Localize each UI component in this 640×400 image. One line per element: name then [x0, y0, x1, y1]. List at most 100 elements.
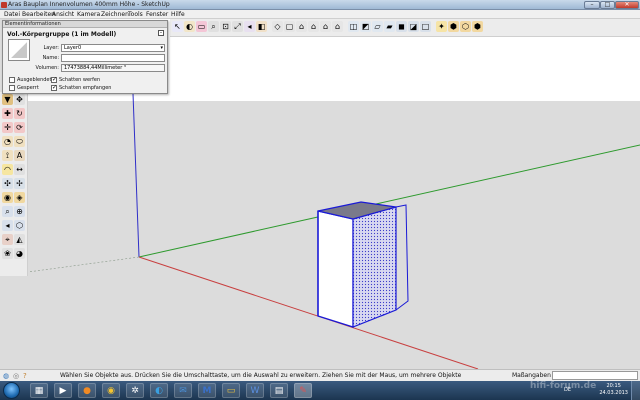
walk-icon[interactable]: ✢: [14, 178, 25, 189]
explorer-icon[interactable]: ▦: [30, 383, 48, 398]
chrome-icon[interactable]: ◉: [102, 383, 120, 398]
menu-hilfe[interactable]: Hilfe: [171, 11, 185, 18]
right-view-icon[interactable]: ⌂: [308, 21, 319, 32]
menu-fenster[interactable]: Fenster: [146, 11, 168, 18]
pan-icon[interactable]: ✥: [14, 94, 25, 105]
components-icon[interactable]: ✦: [436, 21, 447, 32]
select-arrow-icon[interactable]: ↖: [172, 21, 183, 32]
menu-tools[interactable]: Tools: [128, 11, 143, 18]
section-plane-icon[interactable]: ◧: [256, 21, 267, 32]
mail-icon[interactable]: ✉: [174, 383, 192, 398]
photo-icon[interactable]: ◕: [14, 248, 25, 259]
geo-location-icon[interactable]: ◍: [3, 372, 9, 380]
close-button[interactable]: ✕: [615, 1, 639, 9]
shaded-icon[interactable]: ◼: [396, 21, 407, 32]
paint-icon[interactable]: ▤: [270, 383, 288, 398]
left-view-icon[interactable]: ⌂: [332, 21, 343, 32]
position-camera-icon[interactable]: ✣: [2, 178, 13, 189]
media-player-icon[interactable]: ▶: [54, 383, 72, 398]
settings-icon[interactable]: ✲: [126, 383, 144, 398]
text-icon[interactable]: ⬭: [14, 136, 25, 147]
iso-view-icon[interactable]: ◇: [272, 21, 283, 32]
show-desktop-button[interactable]: [631, 381, 640, 400]
window-title: Aras Bauplan Innenvolumen 400mm Höhe - S…: [8, 1, 170, 8]
name-field[interactable]: [61, 54, 165, 62]
textured-icon[interactable]: ◪: [408, 21, 419, 32]
top-toolbar: ↖ ◐ ▭ ⌕ ⊡ ⤢ ◂ ◧ ◇ ▢ ⌂ ⌂ ⌂ ⌂ ◫ ◩ ▱ ▰ ◼ ◪ …: [170, 19, 640, 37]
layer-value: Layer0: [64, 45, 82, 51]
clock-time: 20:15: [606, 383, 621, 389]
menu-datei[interactable]: Datei: [4, 11, 20, 18]
start-button[interactable]: [3, 382, 20, 399]
selected-solid-group[interactable]: [317, 201, 409, 328]
rotate-icon[interactable]: ✚: [2, 108, 13, 119]
status-text: Wählen Sie Objekte aus. Drücken Sie die …: [60, 372, 462, 379]
get-models-icon[interactable]: ⬡: [460, 21, 471, 32]
front-view-icon[interactable]: ⌂: [296, 21, 307, 32]
share-model-icon[interactable]: ⬢: [472, 21, 483, 32]
move-icon[interactable]: ✛: [2, 122, 13, 133]
next-icon[interactable]: ⬡: [14, 220, 25, 231]
credits-icon[interactable]: ◎: [13, 372, 19, 380]
layer-label: Layer:: [43, 45, 59, 51]
cast-shadows-checkbox[interactable]: ✓: [51, 77, 57, 83]
eraser-icon[interactable]: ▭: [196, 21, 207, 32]
section-icon[interactable]: ◈: [14, 192, 25, 203]
previous-view-icon[interactable]: ◂: [244, 21, 255, 32]
zoom-icon[interactable]: ⌕: [2, 206, 13, 217]
back-edges-icon[interactable]: ◩: [360, 21, 371, 32]
measurements-field[interactable]: [552, 371, 638, 380]
hidden-line-icon[interactable]: ▰: [384, 21, 395, 32]
maximize-button[interactable]: □: [600, 1, 615, 9]
look-around-icon[interactable]: ◉: [2, 192, 13, 203]
xray-icon[interactable]: ◫: [348, 21, 359, 32]
back-view-icon[interactable]: ⌂: [320, 21, 331, 32]
zoom-icon[interactable]: ⌕: [208, 21, 219, 32]
dimension-icon[interactable]: ↔: [14, 164, 25, 175]
offset-icon[interactable]: ⟳: [14, 122, 25, 133]
3d-warehouse-icon[interactable]: ⬢: [448, 21, 459, 32]
protractor-icon[interactable]: ◠: [2, 164, 13, 175]
wireframe-icon[interactable]: ▱: [372, 21, 383, 32]
collapse-toggle-icon[interactable]: –: [158, 30, 164, 36]
monochrome-icon[interactable]: □: [420, 21, 431, 32]
store-icon[interactable]: ▭: [222, 383, 240, 398]
box-front-face: [317, 210, 354, 328]
entity-thumbnail: [8, 39, 30, 61]
layer-select[interactable]: Layer0 ▾: [61, 44, 165, 52]
panel-title[interactable]: Elementinformationen: [3, 21, 167, 28]
maxthon-icon[interactable]: ◐: [150, 383, 168, 398]
menu-zeichnen[interactable]: Zeichnen: [101, 11, 129, 18]
previous-icon[interactable]: ◂: [2, 220, 13, 231]
hidden-checkbox[interactable]: [9, 77, 15, 83]
menu-bearbeiten[interactable]: Bearbeiten: [22, 11, 55, 18]
locked-checkbox[interactable]: [9, 85, 15, 91]
add-location-icon[interactable]: ⌖: [2, 234, 13, 245]
zoom-extents-icon[interactable]: ⊕: [14, 206, 25, 217]
help-icon[interactable]: ?: [23, 372, 27, 380]
toggle-terrain-icon[interactable]: ◭: [14, 234, 25, 245]
word-icon[interactable]: W: [246, 383, 264, 398]
name-label: Name:: [42, 55, 59, 61]
orbit-icon[interactable]: ▼: [2, 94, 13, 105]
axes-icon[interactable]: ⟟: [2, 150, 13, 161]
box-side-face: [352, 206, 397, 328]
menu-ansicht[interactable]: Ansicht: [52, 11, 74, 18]
3d-text-icon[interactable]: A: [14, 150, 25, 161]
paint-bucket-icon[interactable]: ◐: [184, 21, 195, 32]
firefox-icon[interactable]: ●: [78, 383, 96, 398]
entity-info-panel: Elementinformationen Vol.-Körpergruppe (…: [2, 20, 168, 94]
clock[interactable]: 20:15 24.03.2013: [599, 383, 628, 397]
receive-shadows-checkbox[interactable]: ✓: [51, 85, 57, 91]
folder-icon[interactable]: M: [198, 383, 216, 398]
minimize-button[interactable]: –: [584, 1, 600, 9]
footprint-icon[interactable]: ❀: [2, 248, 13, 259]
sketchup-icon[interactable]: ✎: [294, 383, 312, 398]
zoom-window-icon[interactable]: ⊡: [220, 21, 231, 32]
menu-kamera[interactable]: Kamera: [77, 11, 100, 18]
tape-measure-icon[interactable]: ◔: [2, 136, 13, 147]
zoom-extents-icon[interactable]: ⤢: [232, 21, 243, 32]
follow-me-icon[interactable]: ↻: [14, 108, 25, 119]
top-view-icon[interactable]: ▢: [284, 21, 295, 32]
status-icons: ◍ ◎ ?: [3, 372, 37, 380]
